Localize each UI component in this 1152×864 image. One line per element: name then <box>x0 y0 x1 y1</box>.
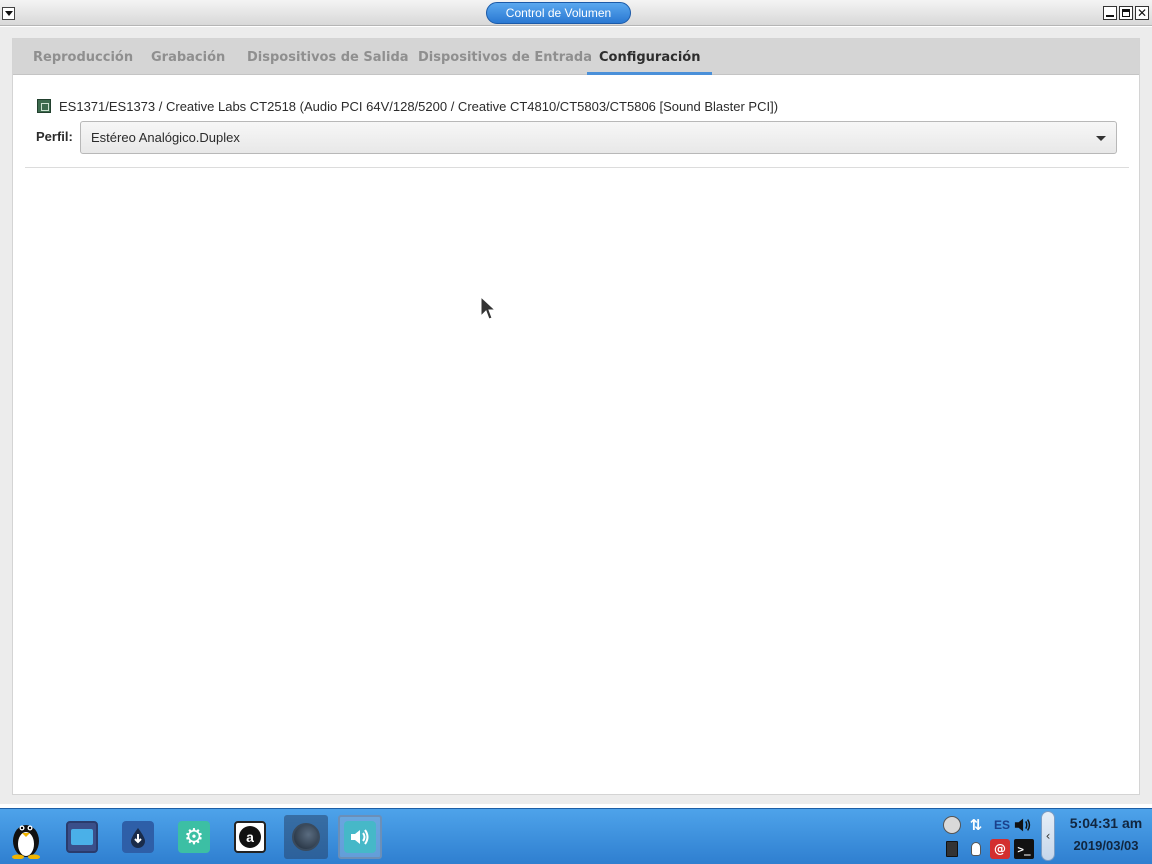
window-menu-icon[interactable] <box>2 7 15 20</box>
profile-label: Perfil: <box>36 129 73 144</box>
profile-dropdown[interactable]: Estéreo Analógico.Duplex <box>80 121 1117 154</box>
appstore-a-icon: a <box>234 821 266 853</box>
tray-face-icon[interactable] <box>942 815 962 835</box>
device-row: ES1371/ES1373 / Creative Labs CT2518 (Au… <box>37 97 778 115</box>
tab-grabacion[interactable]: Grabación <box>139 39 237 75</box>
taskbar-running-app[interactable] <box>284 815 328 859</box>
window-controls: ✕ <box>1103 6 1149 20</box>
terminal-icon[interactable]: >_ <box>1014 839 1034 859</box>
clock-time: 5:04:31 am <box>1069 815 1143 831</box>
tab-dispositivos-salida[interactable]: Dispositivos de Salida <box>235 39 421 75</box>
minimize-button[interactable] <box>1103 6 1117 20</box>
chevron-down-icon <box>1096 136 1106 141</box>
tab-reproduccion[interactable]: Reproducción <box>21 39 145 75</box>
taskbar-file-manager[interactable] <box>60 815 104 859</box>
device-name: ES1371/ES1373 / Creative Labs CT2518 (Au… <box>59 98 779 114</box>
system-tray: ⇅ ES @ >_ <box>940 813 1040 861</box>
linux-penguin-icon <box>12 825 40 859</box>
taskbar-appstore[interactable]: a <box>228 815 272 859</box>
clock[interactable]: 5:04:31 am 2019/03/03 <box>1064 815 1148 853</box>
mouse-pointer-icon <box>480 296 496 320</box>
taskbar: ⚙ a ⇅ ES @ >_ ‹ 5:04:31 am 2019/03/03 <box>0 808 1152 864</box>
keyboard-layout-indicator[interactable]: ES <box>990 815 1014 835</box>
clock-date: 2019/03/03 <box>1073 838 1139 853</box>
section-divider <box>25 167 1129 168</box>
settings-gears-icon: ⚙ <box>178 821 210 853</box>
window-titlebar: Control de Volumen ✕ <box>0 0 1152 26</box>
close-button[interactable]: ✕ <box>1135 6 1149 20</box>
tab-bar: Reproducción Grabación Dispositivos de S… <box>13 39 1139 75</box>
taskbar-volume-control[interactable] <box>338 815 382 859</box>
tab-configuracion[interactable]: Configuración <box>587 39 713 75</box>
clipboard-icon[interactable] <box>942 839 962 859</box>
network-arrows-icon[interactable]: ⇅ <box>966 815 986 835</box>
download-icon <box>122 821 154 853</box>
volume-icon[interactable] <box>1014 815 1034 835</box>
start-menu-button[interactable] <box>4 815 48 859</box>
window-frame: Reproducción Grabación Dispositivos de S… <box>0 27 1152 804</box>
tray-collapse-chevron-icon[interactable]: ‹ <box>1041 811 1055 861</box>
tab-dispositivos-entrada[interactable]: Dispositivos de Entrada <box>406 39 604 75</box>
lightbulb-icon[interactable] <box>966 839 986 859</box>
maximize-button[interactable] <box>1119 6 1133 20</box>
folder-icon <box>66 821 98 853</box>
main-panel: Reproducción Grabación Dispositivos de S… <box>12 38 1140 795</box>
spiral-app-icon[interactable]: @ <box>990 839 1010 859</box>
sound-card-icon <box>37 99 51 113</box>
taskbar-settings[interactable]: ⚙ <box>172 815 216 859</box>
window-title: Control de Volumen <box>486 2 631 24</box>
profile-selected-value: Estéreo Analógico.Duplex <box>91 130 240 145</box>
taskbar-downloader[interactable] <box>116 815 160 859</box>
speaker-icon <box>344 821 376 853</box>
dark-app-icon <box>290 821 322 853</box>
